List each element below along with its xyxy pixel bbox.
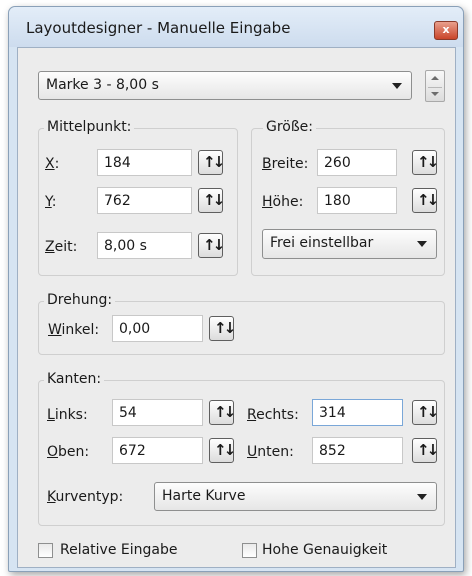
hoehe-spin-button[interactable]: ↑↓: [412, 188, 439, 213]
close-button[interactable]: x: [434, 21, 458, 40]
winkel-spin-button[interactable]: ↑↓: [209, 316, 236, 341]
dialog-window: Layoutdesigner - Manuelle Eingabe x Mark…: [8, 6, 464, 572]
up-down-arrows-icon: ↑↓: [417, 191, 439, 209]
x-spin-button[interactable]: ↑↓: [198, 150, 225, 175]
breite-input[interactable]: 260: [317, 149, 397, 176]
zeit-input[interactable]: 8,00 s: [97, 232, 192, 259]
kurventyp-select[interactable]: Harte Kurve: [154, 482, 437, 511]
oben-input[interactable]: 672: [112, 437, 203, 464]
arrow-up-icon[interactable]: [431, 76, 439, 80]
up-down-arrows-icon: ↑↓: [417, 403, 439, 421]
links-input[interactable]: 54: [112, 399, 203, 426]
hoehe-input[interactable]: 180: [317, 187, 397, 214]
window-title: Layoutdesigner - Manuelle Eingabe: [26, 19, 291, 37]
y-spin-button[interactable]: ↑↓: [198, 188, 225, 213]
rechts-input[interactable]: 314: [312, 399, 403, 426]
breite-spin-button[interactable]: ↑↓: [412, 150, 439, 175]
up-down-arrows-icon: ↑↓: [417, 441, 439, 459]
marker-select[interactable]: Marke 3 - 8,00 s: [38, 71, 412, 100]
up-down-arrows-icon: ↑↓: [417, 153, 439, 171]
kurventyp-value: Harte Kurve: [162, 488, 246, 504]
y-input[interactable]: 762: [97, 187, 192, 214]
groesse-mode-value: Frei einstellbar: [270, 235, 374, 251]
winkel-input[interactable]: 0,00: [112, 315, 203, 342]
x-label: X:: [45, 156, 60, 172]
up-down-arrows-icon: ↑↓: [214, 403, 236, 421]
hohe-genauigkeit-checkbox[interactable]: [242, 543, 257, 558]
marker-select-value: Marke 3 - 8,00 s: [46, 77, 159, 93]
marker-stepper[interactable]: [425, 70, 445, 102]
rechts-spin-button[interactable]: ↑↓: [412, 400, 439, 425]
hohe-genauigkeit-label[interactable]: Hohe Genauigkeit: [262, 542, 387, 558]
up-down-arrows-icon: ↑↓: [214, 441, 236, 459]
hoehe-label: Höhe:: [262, 194, 304, 210]
chevron-down-icon: [417, 241, 427, 247]
unten-input[interactable]: 852: [312, 437, 403, 464]
up-down-arrows-icon: ↑↓: [203, 153, 225, 171]
dialog-client-area: Marke 3 - 8,00 s Mittelpunkt: X: 184 ↑↓ …: [17, 47, 456, 568]
winkel-label: Winkel:: [48, 322, 100, 338]
up-down-arrows-icon: ↑↓: [203, 236, 225, 254]
links-label: Links:: [47, 407, 88, 423]
drehung-title: Drehung:: [44, 292, 116, 308]
unten-spin-button[interactable]: ↑↓: [412, 438, 439, 463]
zeit-label: Zeit:: [45, 239, 78, 255]
oben-label: Oben:: [47, 444, 90, 460]
links-spin-button[interactable]: ↑↓: [209, 400, 236, 425]
groesse-mode-select[interactable]: Frei einstellbar: [262, 229, 437, 259]
kurventyp-label: Kurventyp:: [47, 489, 124, 505]
breite-label: Breite:: [262, 156, 309, 172]
relative-eingabe-checkbox[interactable]: [38, 543, 53, 558]
up-down-arrows-icon: ↑↓: [203, 191, 225, 209]
arrow-down-icon[interactable]: [431, 92, 439, 96]
x-input[interactable]: 184: [97, 149, 192, 176]
title-bar[interactable]: Layoutdesigner - Manuelle Eingabe x: [9, 7, 463, 47]
zeit-spin-button[interactable]: ↑↓: [198, 233, 225, 258]
groesse-title: Größe:: [263, 119, 317, 135]
unten-label: Unten:: [247, 444, 294, 460]
chevron-down-icon: [392, 83, 402, 89]
up-down-arrows-icon: ↑↓: [214, 319, 236, 337]
y-label: Y:: [45, 194, 57, 210]
rechts-label: Rechts:: [247, 407, 299, 423]
chevron-down-icon: [417, 494, 427, 500]
relative-eingabe-label[interactable]: Relative Eingabe: [60, 542, 177, 558]
kanten-title: Kanten:: [44, 371, 105, 387]
mittelpunkt-title: Mittelpunkt:: [44, 119, 135, 135]
oben-spin-button[interactable]: ↑↓: [209, 438, 236, 463]
